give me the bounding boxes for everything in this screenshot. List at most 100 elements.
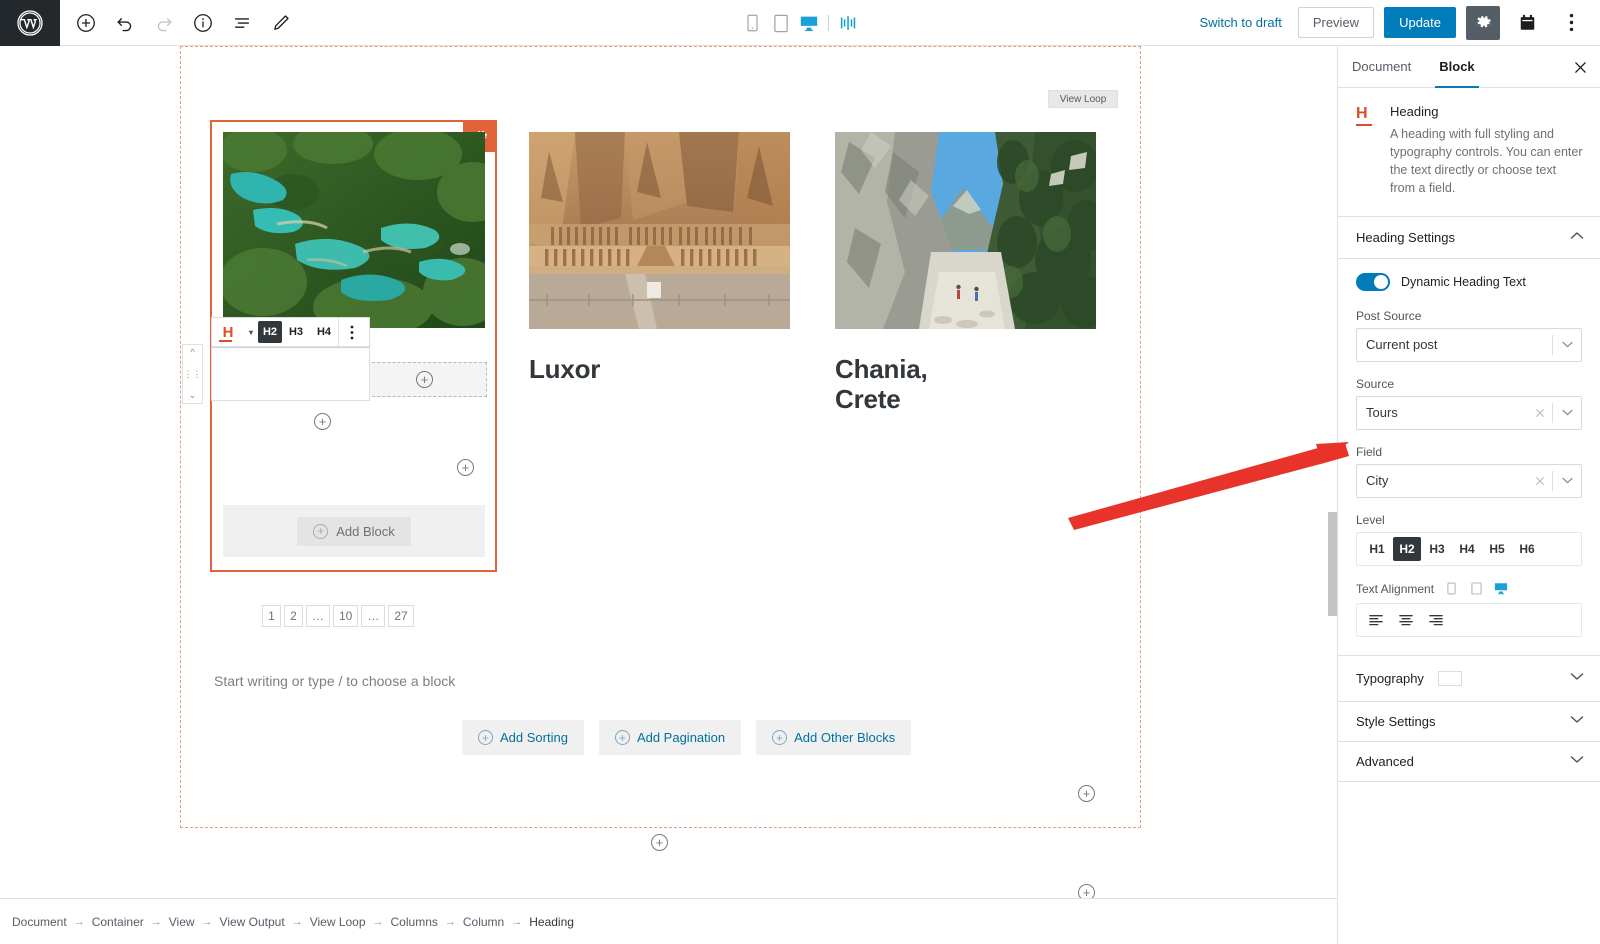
card-title-luxor[interactable]: Luxor bbox=[529, 354, 600, 384]
details-button[interactable] bbox=[185, 5, 221, 41]
level-h3-button[interactable]: H3 bbox=[1423, 537, 1451, 561]
breadcrumb-item-view-loop[interactable]: View Loop bbox=[310, 915, 366, 929]
desktop-preview-icon[interactable] bbox=[796, 8, 822, 38]
clear-icon[interactable] bbox=[1528, 408, 1552, 418]
block-toolbar[interactable]: H ▾ H2 H3 H4 bbox=[211, 317, 370, 347]
drag-handle-icon[interactable]: ⋮⋮ bbox=[184, 369, 202, 379]
tab-block[interactable]: Block bbox=[1425, 46, 1488, 88]
add-pagination-button[interactable]: + Add Pagination bbox=[598, 720, 742, 755]
paragraph-placeholder[interactable]: Start writing or type / to choose a bloc… bbox=[214, 673, 455, 689]
tablet-preview-icon[interactable] bbox=[768, 8, 794, 38]
breadcrumb-item-document[interactable]: Document bbox=[12, 915, 67, 929]
card-image-chania-crete[interactable] bbox=[835, 132, 1096, 329]
chevron-down-icon[interactable]: ▾ bbox=[244, 318, 258, 346]
breadcrumb-item-column[interactable]: Column bbox=[463, 915, 504, 929]
page-2[interactable]: 2 bbox=[284, 605, 303, 627]
sidebar-scrollbar[interactable] bbox=[1328, 46, 1337, 944]
chevron-down-icon[interactable] bbox=[1570, 715, 1584, 727]
tablet-icon[interactable] bbox=[1468, 581, 1484, 597]
update-button[interactable]: Update bbox=[1384, 7, 1456, 38]
post-source-value: Current post bbox=[1366, 337, 1438, 352]
chevron-down-icon[interactable] bbox=[1553, 341, 1581, 348]
page-ellipsis-2[interactable]: … bbox=[361, 605, 386, 627]
advanced-section-header[interactable]: Advanced bbox=[1338, 742, 1600, 782]
dynamic-heading-text-row[interactable]: Dynamic Heading Text bbox=[1356, 272, 1582, 291]
add-block-button-inline[interactable]: + Add Block bbox=[297, 516, 411, 546]
level-h6-button[interactable]: H6 bbox=[1513, 537, 1541, 561]
tab-document[interactable]: Document bbox=[1338, 46, 1425, 87]
style-settings-section-header[interactable]: Style Settings bbox=[1338, 702, 1600, 742]
clear-icon[interactable] bbox=[1528, 476, 1552, 486]
add-block-strip[interactable]: + Add Block bbox=[223, 505, 485, 557]
source-select[interactable]: Tours bbox=[1356, 395, 1582, 430]
plus-circle-icon-column[interactable]: + bbox=[314, 413, 331, 430]
card-image-lanquin[interactable] bbox=[223, 132, 485, 328]
heading-block-selection-outline bbox=[211, 347, 370, 401]
close-icon[interactable] bbox=[1564, 51, 1596, 83]
chevron-down-icon[interactable] bbox=[1553, 477, 1581, 484]
breadcrumb-item-container[interactable]: Container bbox=[92, 915, 144, 929]
toolbar-level-h2[interactable]: H2 bbox=[258, 321, 282, 343]
post-source-select[interactable]: Current post bbox=[1356, 327, 1582, 362]
level-h2-button[interactable]: H2 bbox=[1393, 536, 1421, 561]
dynamic-heading-text-toggle[interactable] bbox=[1356, 272, 1390, 291]
align-right-icon[interactable] bbox=[1423, 608, 1449, 632]
chevron-down-icon[interactable] bbox=[1570, 672, 1584, 684]
card-title-chania[interactable]: Chania, Crete bbox=[835, 354, 928, 415]
typography-section-header[interactable]: Typography bbox=[1338, 656, 1600, 702]
block-mover[interactable]: ^ ⋮⋮ ⌄ bbox=[182, 344, 203, 404]
add-block-button[interactable] bbox=[68, 5, 104, 41]
preview-button[interactable]: Preview bbox=[1297, 7, 1375, 38]
wordpress-logo-icon[interactable] bbox=[0, 0, 60, 46]
switch-to-draft-button[interactable]: Switch to draft bbox=[1193, 11, 1287, 34]
undo-button[interactable] bbox=[107, 5, 143, 41]
mobile-preview-icon[interactable] bbox=[740, 8, 766, 38]
page-27[interactable]: 27 bbox=[388, 605, 414, 627]
card-image-luxor[interactable] bbox=[529, 132, 790, 329]
level-h1-button[interactable]: H1 bbox=[1363, 537, 1391, 561]
breadcrumb-item-view-output[interactable]: View Output bbox=[220, 915, 285, 929]
breadcrumb-item-view[interactable]: View bbox=[169, 915, 195, 929]
plus-circle-icon[interactable]: + bbox=[416, 371, 433, 388]
settings-gear-icon[interactable] bbox=[1466, 5, 1500, 40]
desktop-icon[interactable] bbox=[1493, 581, 1509, 597]
kebab-menu-icon[interactable] bbox=[338, 318, 364, 346]
toolbar-level-h3[interactable]: H3 bbox=[282, 318, 310, 346]
breadcrumb-item-columns[interactable]: Columns bbox=[391, 915, 438, 929]
level-h4-button[interactable]: H4 bbox=[1453, 537, 1481, 561]
field-select[interactable]: City bbox=[1356, 463, 1582, 498]
chevron-up-icon[interactable] bbox=[1570, 231, 1584, 243]
plus-circle-icon-view-output[interactable]: + bbox=[651, 834, 668, 851]
heading-settings-section-header[interactable]: Heading Settings bbox=[1338, 217, 1600, 259]
page-10[interactable]: 10 bbox=[333, 605, 359, 627]
pagination-block[interactable]: 1 2 … 10 … 27 bbox=[262, 605, 414, 627]
align-left-icon[interactable] bbox=[1363, 608, 1389, 632]
page-1[interactable]: 1 bbox=[262, 605, 281, 627]
edit-mode-button[interactable] bbox=[263, 5, 299, 41]
toolbar-level-h4[interactable]: H4 bbox=[310, 318, 338, 346]
inline-block-appender[interactable]: + bbox=[362, 362, 487, 397]
redo-button[interactable] bbox=[146, 5, 182, 41]
heading-h-icon[interactable]: H bbox=[212, 318, 244, 346]
page-ellipsis-1[interactable]: … bbox=[306, 605, 330, 627]
add-other-blocks-button[interactable]: + Add Other Blocks bbox=[756, 720, 912, 755]
add-sorting-button[interactable]: + Add Sorting bbox=[462, 720, 584, 755]
align-center-icon[interactable] bbox=[1393, 608, 1419, 632]
plus-circle-icon-view[interactable]: + bbox=[1078, 785, 1095, 802]
move-down-icon[interactable]: ⌄ bbox=[189, 391, 197, 400]
list-view-button[interactable] bbox=[224, 5, 260, 41]
chevron-down-icon[interactable] bbox=[1570, 755, 1584, 767]
responsive-widths-icon[interactable] bbox=[835, 8, 861, 38]
sidebar-scrollbar-thumb[interactable] bbox=[1328, 512, 1337, 616]
level-h5-button[interactable]: H5 bbox=[1483, 537, 1511, 561]
chevron-down-icon[interactable] bbox=[1553, 409, 1581, 416]
typography-color-swatch[interactable] bbox=[1437, 670, 1462, 686]
breadcrumb-item-heading[interactable]: Heading bbox=[529, 915, 574, 929]
view-footer-buttons: + Add Sorting + Add Pagination + Add Oth… bbox=[462, 720, 912, 755]
plus-circle-icon-columns[interactable]: + bbox=[457, 459, 474, 476]
mobile-icon[interactable] bbox=[1443, 581, 1459, 597]
kebab-menu-icon[interactable] bbox=[1554, 6, 1588, 40]
calendar-icon[interactable] bbox=[1510, 6, 1544, 40]
plus-circle-icon-container[interactable]: + bbox=[1078, 884, 1095, 898]
move-up-icon[interactable]: ^ bbox=[190, 348, 194, 357]
